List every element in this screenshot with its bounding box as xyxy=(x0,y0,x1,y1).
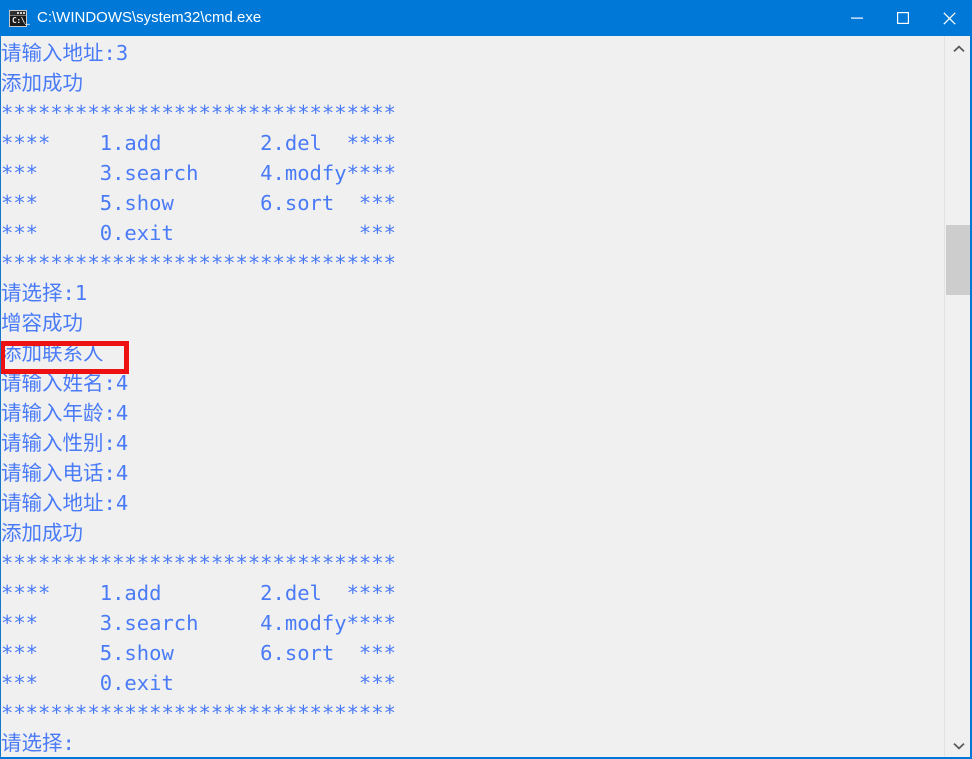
close-button[interactable] xyxy=(926,0,972,36)
console-line: 请输入地址:4 xyxy=(1,491,129,515)
scrollbar-thumb[interactable] xyxy=(946,225,971,295)
maximize-button[interactable] xyxy=(880,0,926,36)
console-line: ******************************** xyxy=(1,701,396,725)
window-title: C:\WINDOWS\system32\cmd.exe xyxy=(37,9,262,26)
title-bar[interactable]: C:\_ C:\WINDOWS\system32\cmd.exe xyxy=(0,0,972,36)
console-output-area[interactable]: 请输入地址:3 添加成功 ***************************… xyxy=(0,36,944,759)
console-line: 请输入年龄:4 xyxy=(1,401,129,425)
console-line: 添加联系人 xyxy=(1,341,104,365)
console-line: 添加成功 xyxy=(1,521,83,545)
console-line-highlighted: 增容成功 xyxy=(1,311,83,335)
console-line: 请输入姓名:4 xyxy=(1,371,129,395)
cmd-window: C:\_ C:\WINDOWS\system32\cmd.exe 请输入地址:3… xyxy=(0,0,972,759)
scrollbar-track[interactable] xyxy=(945,62,972,733)
console-line: *** 0.exit *** xyxy=(1,671,396,695)
vertical-scrollbar[interactable] xyxy=(944,36,972,759)
window-controls xyxy=(834,0,972,36)
console-line: 请选择:1 xyxy=(1,281,88,305)
cmd-console-icon: C:\_ xyxy=(9,9,30,27)
console-line: 请输入性别:4 xyxy=(1,431,129,455)
console-line: *** 3.search 4.modfy**** xyxy=(1,161,396,185)
title-bar-left: C:\_ C:\WINDOWS\system32\cmd.exe xyxy=(0,9,834,27)
scroll-down-button[interactable] xyxy=(945,733,972,759)
console-line-prompt: 请选择: xyxy=(1,731,75,755)
console-line-list: 请输入地址:3 添加成功 ***************************… xyxy=(0,38,944,758)
console-line: ******************************** xyxy=(1,551,396,575)
window-border-left xyxy=(0,36,1,759)
console-line: *** 5.show 6.sort *** xyxy=(1,191,396,215)
chevron-down-icon xyxy=(952,742,965,750)
console-line: *** 0.exit *** xyxy=(1,221,396,245)
console-line: **** 1.add 2.del **** xyxy=(1,131,396,155)
console-line: ******************************** xyxy=(1,101,396,125)
chevron-up-icon xyxy=(952,45,965,53)
console-line: 请输入地址:3 xyxy=(1,41,129,65)
scroll-up-button[interactable] xyxy=(945,36,972,62)
minimize-button[interactable] xyxy=(834,0,880,36)
console-line: *** 3.search 4.modfy**** xyxy=(1,611,396,635)
console-line: **** 1.add 2.del **** xyxy=(1,581,396,605)
console-line: *** 5.show 6.sort *** xyxy=(1,641,396,665)
console-line: ******************************** xyxy=(1,251,396,275)
console-line: 请输入电话:4 xyxy=(1,461,129,485)
console-line: 添加成功 xyxy=(1,71,83,95)
